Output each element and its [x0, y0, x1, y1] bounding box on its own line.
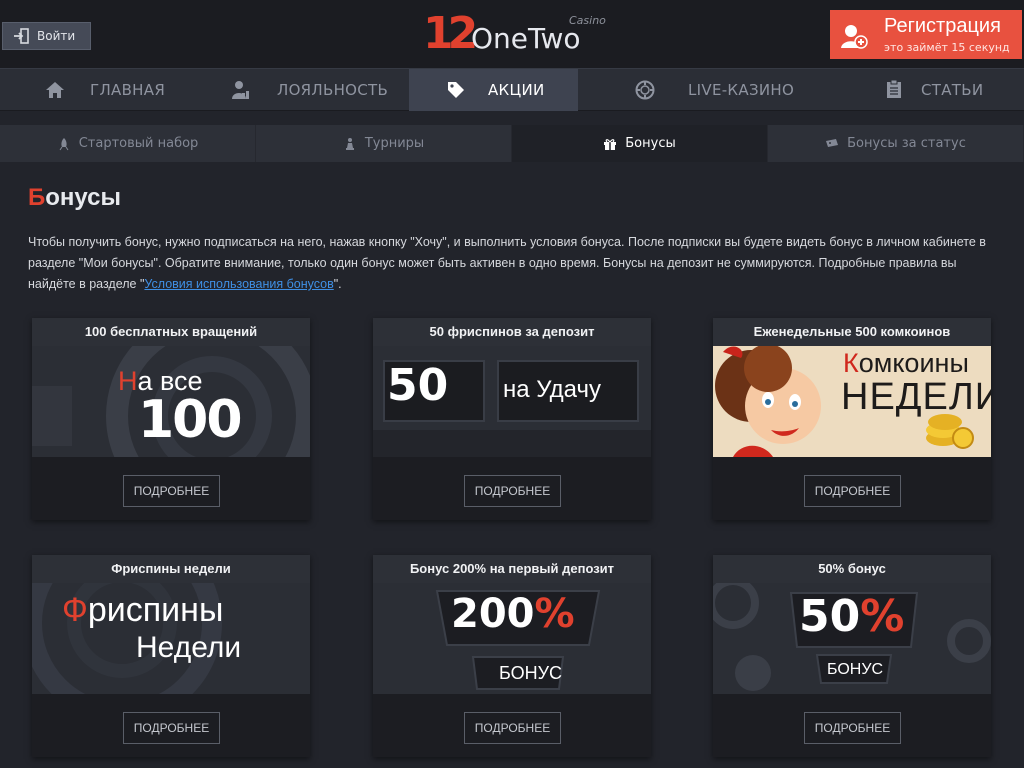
card-banner[interactable]: Комкоины НЕДЕЛИ — [713, 346, 991, 457]
card-banner[interactable]: Фриспины Недели — [32, 583, 310, 694]
bonus-card-100-free-spins: 100 бесплатных вращений На все 100 ПОДРО… — [32, 318, 310, 520]
card-title: 100 бесплатных вращений — [32, 318, 310, 346]
page-title: Бонусы — [28, 184, 121, 211]
banner-number: 50 — [387, 360, 449, 411]
card-banner[interactable]: 200% БОНУС — [373, 583, 651, 694]
card-title: 50 фриспинов за депозит — [373, 318, 651, 346]
banner-text-frispiny: Фриспины — [62, 591, 224, 629]
tab-starter-pack[interactable]: Стартовый набор — [0, 125, 256, 162]
logo-wordmark: OneTwo — [471, 22, 581, 55]
more-button[interactable]: ПОДРОБНЕЕ — [804, 475, 901, 507]
card-title: Фриспины недели — [32, 555, 310, 583]
more-button[interactable]: ПОДРОБНЕЕ — [123, 712, 220, 744]
logo-number: 12 — [423, 8, 478, 59]
gift-icon — [604, 138, 617, 150]
more-button[interactable]: ПОДРОБНЕЕ — [464, 712, 561, 744]
login-label: Войти — [37, 29, 76, 43]
add-user-icon — [841, 25, 868, 49]
register-label: Регистрация — [884, 15, 1001, 37]
banner-text-bonus: БОНУС — [499, 663, 563, 683]
bonus-card-200-percent: Бонус 200% на первый депозит 200% БОНУС … — [373, 555, 651, 757]
banner-number: 200% — [451, 591, 575, 637]
main-nav: ГЛАВНАЯ ЛОЯЛЬНОСТЬ АКЦИИ LIVE-КАЗИНО СТА… — [0, 68, 1024, 111]
ticket-icon — [826, 138, 839, 147]
register-sublabel: это займёт 15 секунд — [884, 41, 1010, 54]
sub-nav: Стартовый набор Турниры Бонусы Бонусы за… — [0, 125, 1024, 162]
bonus-card-50-freespins: 50 фриспинов за депозит 50 на Удачу ПОДР… — [373, 318, 651, 520]
home-icon — [46, 82, 64, 98]
banner-number: 100 — [138, 390, 243, 450]
card-title: Еженедельные 500 комкоинов — [713, 318, 991, 346]
nav-item-home[interactable]: ГЛАВНАЯ — [0, 69, 205, 111]
banner-text-bonus: БОНУС — [827, 661, 884, 678]
intro-text: Чтобы получить бонус, нужно подписаться … — [28, 235, 986, 291]
login-icon — [14, 28, 29, 44]
banner-text-nedeli: Недели — [136, 631, 242, 664]
top-bar: Войти 12 OneTwo Casino Регистрация это з… — [0, 0, 1024, 68]
nav-item-loyalty[interactable]: ЛОЯЛЬНОСТЬ — [205, 69, 409, 111]
nav-item-promotions[interactable]: АКЦИИ — [409, 69, 578, 111]
tab-tournaments[interactable]: Турниры — [256, 125, 512, 162]
bonus-card-freespins-week: Фриспины недели Фриспины Недели ПОДРОБНЕ… — [32, 555, 310, 757]
bonus-card-weekly-comcoins: Еженедельные 500 комкоинов Комкоины НЕДЕ… — [713, 318, 991, 520]
terms-link[interactable]: Условия использования бонусов — [144, 277, 333, 291]
more-button[interactable]: ПОДРОБНЕЕ — [464, 475, 561, 507]
card-banner[interactable]: 50% БОНУС — [713, 583, 991, 694]
logo[interactable]: 12 OneTwo Casino — [423, 8, 606, 60]
rocket-icon — [59, 137, 69, 150]
chip-icon — [635, 80, 655, 100]
nav-item-articles[interactable]: СТАТЬИ — [800, 69, 1024, 111]
nav-item-live-casino[interactable]: LIVE-КАЗИНО — [578, 69, 800, 111]
banner-text-udacha: на Удачу — [503, 376, 601, 403]
content-area: Бонусы Чтобы получить бонус, нужно подпи… — [0, 162, 1024, 768]
more-button[interactable]: ПОДРОБНЕЕ — [123, 475, 220, 507]
card-banner[interactable]: На все 100 — [32, 346, 310, 457]
login-button[interactable]: Войти — [2, 22, 91, 50]
card-title: Бонус 200% на первый депозит — [373, 555, 651, 583]
register-button[interactable]: Регистрация это займёт 15 секунд — [830, 10, 1022, 59]
bonus-card-50-percent: 50% бонус 50% БОНУС ПОДРОБНЕЕ — [713, 555, 991, 757]
tab-bonuses[interactable]: Бонусы — [512, 125, 768, 162]
tab-status-bonuses[interactable]: Бонусы за статус — [768, 125, 1024, 162]
loyalty-icon — [232, 81, 249, 99]
chess-icon — [345, 137, 354, 150]
tag-icon — [448, 82, 464, 98]
banner-number: 50% — [799, 591, 905, 642]
banner-text-nedeli: НЕДЕЛИ — [841, 376, 991, 418]
banner-text-komkoiny: Комкоины — [843, 348, 969, 378]
logo-casino: Casino — [569, 14, 606, 27]
card-title: 50% бонус — [713, 555, 991, 583]
card-banner[interactable]: 50 на Удачу — [373, 346, 651, 457]
more-button[interactable]: ПОДРОБНЕЕ — [804, 712, 901, 744]
clipboard-icon — [887, 79, 901, 98]
